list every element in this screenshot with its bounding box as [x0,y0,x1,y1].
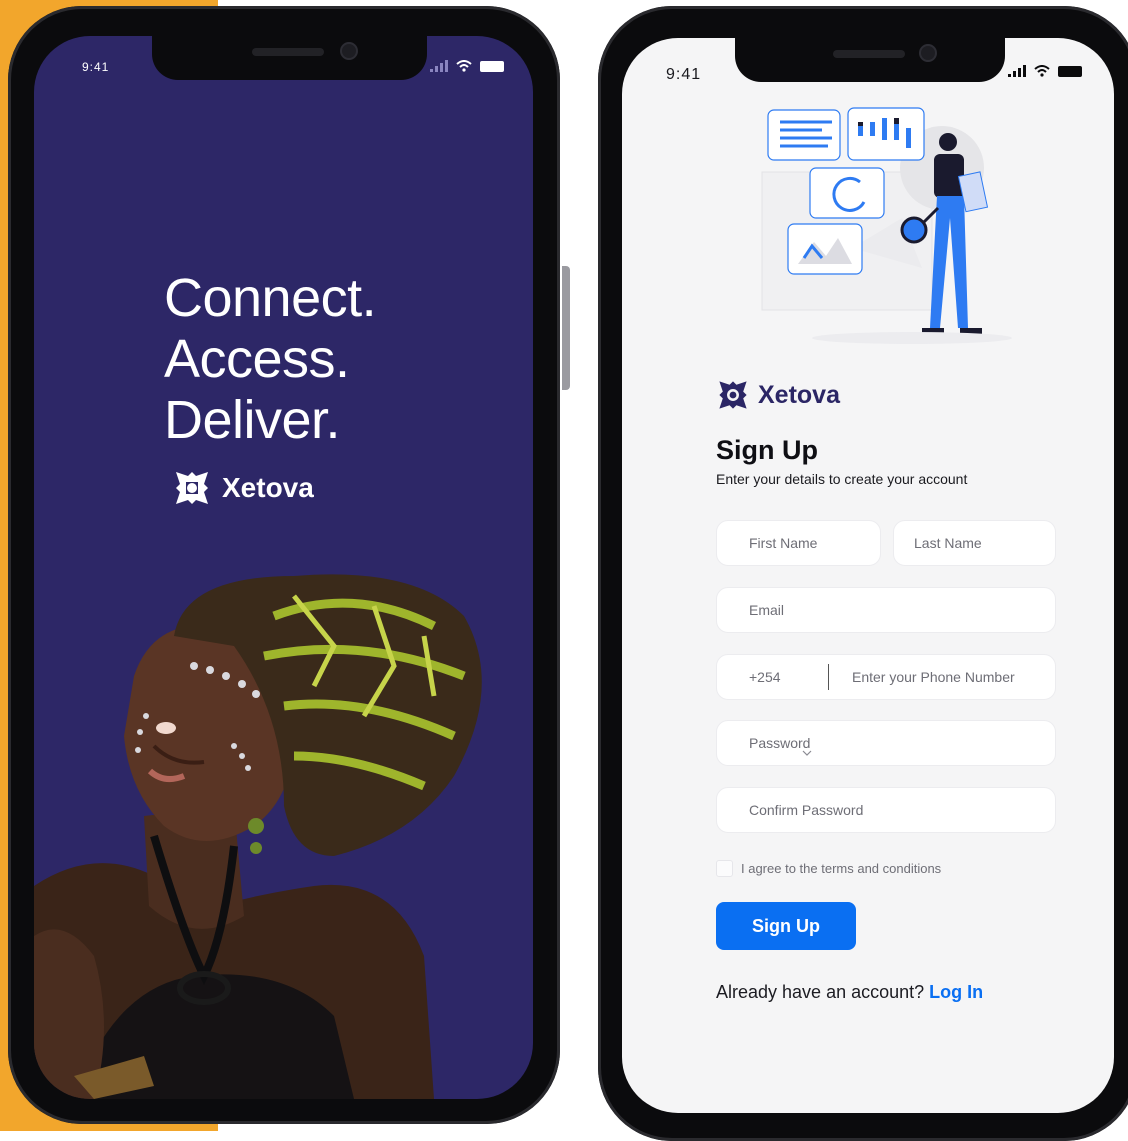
login-prompt: Already have an account? [716,982,925,1002]
woman-portrait-image [34,574,482,1099]
country-code-select[interactable]: +254 [717,669,828,685]
brand-name: Xetova [758,380,840,409]
password-field[interactable]: Password [716,720,1056,766]
confirm-password-field[interactable]: Confirm Password [716,787,1056,833]
wifi-icon [1034,65,1050,77]
first-name-placeholder: First Name [749,535,818,551]
status-icons [1008,65,1082,77]
signal-icon [430,60,448,72]
terms-checkbox[interactable] [716,860,733,877]
first-name-field[interactable]: First Name [716,520,881,566]
front-camera [340,42,358,60]
page-title: Sign Up [716,435,818,465]
terms-row: I agree to the terms and conditions [716,860,941,877]
terms-label: I agree to the terms and conditions [741,861,942,876]
sign-up-button[interactable]: Sign Up [716,902,856,950]
tagline-line-2: Access. [164,329,350,389]
splash-screen: 9:41 Connect. Access. Deliver. Xetova [34,36,533,1099]
speaker-grille [833,50,905,58]
chevron-down-icon [802,750,812,756]
battery-icon [480,60,504,72]
front-camera [919,44,937,62]
brand-logo: Xetova [716,378,840,412]
email-field[interactable]: Email [716,587,1056,633]
status-time: 9:41 [666,66,702,83]
phone-number-placeholder: Enter your Phone Number [852,669,1015,685]
tagline-line-1: Connect. [164,268,377,328]
signup-screen: 9:41 Xetova Sign Up Enter your details t… [622,38,1114,1113]
xetova-logo-icon [176,472,208,504]
password-placeholder: Password [749,735,811,751]
notch [152,36,427,80]
phone-side-button [562,266,570,390]
log-in-link[interactable]: Log In [929,982,983,1002]
last-name-field[interactable]: Last Name [893,520,1056,566]
tagline-line-3: Deliver. [164,390,341,450]
last-name-placeholder: Last Name [914,535,982,551]
notch [735,38,1005,82]
confirm-password-placeholder: Confirm Password [749,802,864,818]
tagline: Connect. Access. Deliver. [164,268,377,451]
phone-frame-right: 9:41 Xetova Sign Up Enter your details t… [598,6,1128,1141]
phone-frame-left: 9:41 Connect. Access. Deliver. Xetova [8,6,560,1124]
status-icons [430,60,504,72]
brand-name: Xetova [222,472,314,503]
speaker-grille [252,48,324,56]
dashboard-illustration [761,107,1012,344]
signal-icon [1008,65,1026,77]
email-placeholder: Email [749,602,785,618]
status-time: 9:41 [82,60,110,74]
brand-logo: Xetova [172,468,314,508]
phone-field[interactable]: +254 Enter your Phone Number [716,654,1056,700]
page-subtitle: Enter your details to create your accoun… [716,471,968,487]
xetova-logo-icon [719,381,747,409]
login-prompt-row: Already have an account? Log In [716,982,983,1003]
battery-icon [1058,65,1082,77]
wifi-icon [456,60,472,72]
